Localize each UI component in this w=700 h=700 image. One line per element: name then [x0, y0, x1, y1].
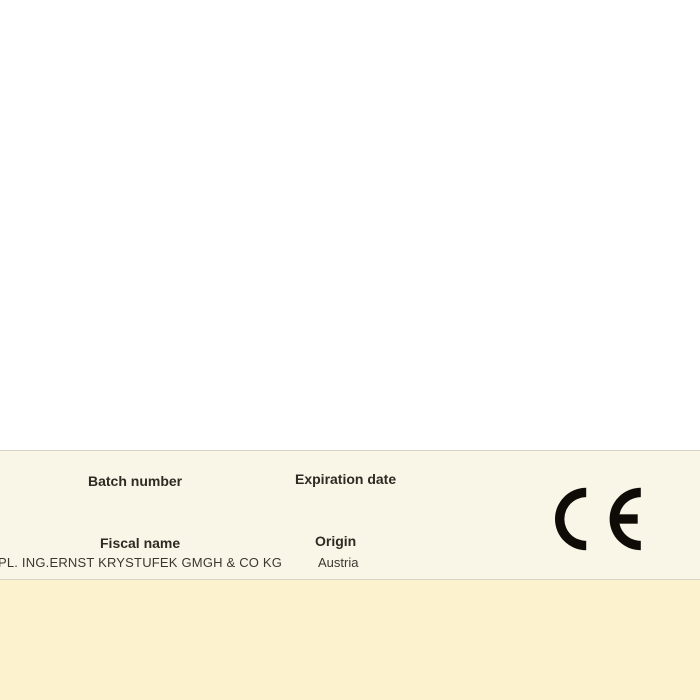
- origin-value: Austria: [318, 555, 358, 570]
- origin-label: Origin: [315, 533, 356, 549]
- ce-mark-icon: [538, 480, 650, 558]
- expiration-date-label: Expiration date: [295, 471, 396, 487]
- product-info-band: Batch number Expiration date Fiscal name…: [0, 450, 700, 580]
- blank-upper-area: [0, 0, 700, 450]
- batch-number-label: Batch number: [88, 473, 182, 489]
- fiscal-name-label: Fiscal name: [100, 535, 180, 551]
- fiscal-name-value: PL. ING.ERNST KRYSTUFEK GMGH & CO KG: [0, 555, 282, 570]
